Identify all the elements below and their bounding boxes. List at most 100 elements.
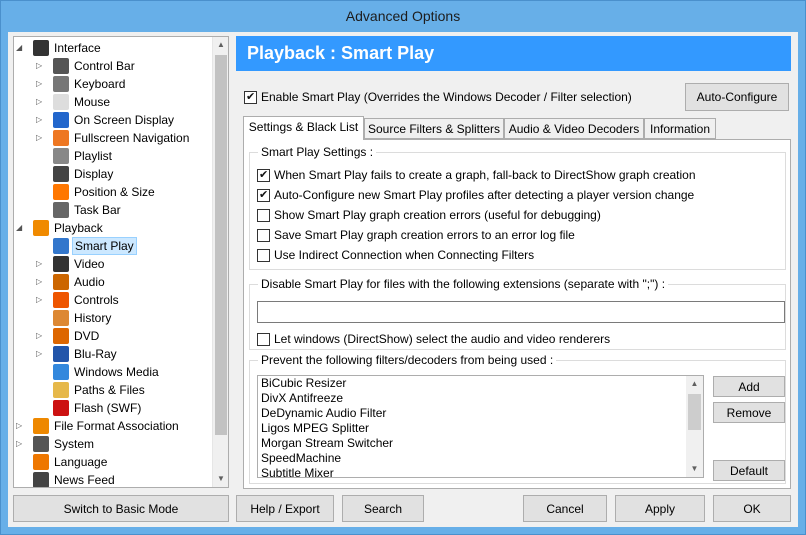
- tree-item-label: History: [74, 311, 112, 325]
- history-icon: [53, 310, 69, 326]
- windows-media-icon: [53, 364, 69, 380]
- keyboard-icon: [53, 76, 69, 92]
- tree-item-label: Paths & Files: [74, 383, 145, 397]
- enable-smart-play-row[interactable]: Enable Smart Play (Overrides the Windows…: [244, 89, 632, 105]
- default-filters-button[interactable]: Default: [713, 460, 785, 481]
- list-item[interactable]: Subtitle Mixer: [258, 466, 703, 477]
- smart-play-option-checkbox[interactable]: [257, 209, 270, 223]
- collapse-icon[interactable]: ◢: [16, 39, 24, 57]
- audio-icon: [53, 274, 69, 290]
- playlist-icon: [53, 148, 69, 164]
- smart-play-settings-group: Smart Play Settings : When Smart Play fa…: [249, 145, 786, 270]
- fullscreen-icon: [53, 130, 69, 146]
- expand-icon[interactable]: ▷: [36, 345, 44, 363]
- tab-information[interactable]: Information: [644, 118, 716, 139]
- smart-play-option-label: When Smart Play fails to create a graph,…: [274, 168, 696, 182]
- tab-audio-video-decoders[interactable]: Audio & Video Decoders: [504, 118, 644, 139]
- smart-play-option-row[interactable]: Show Smart Play graph creation errors (u…: [257, 207, 601, 223]
- list-scrollbar[interactable]: ▲ ▼: [686, 376, 703, 477]
- tree-item-label: Playlist: [74, 149, 113, 163]
- cancel-button[interactable]: Cancel: [523, 495, 607, 522]
- smart-play-option-checkbox[interactable]: [257, 229, 270, 243]
- list-scroll-thumb[interactable]: [688, 394, 701, 430]
- windows-renderers-checkbox[interactable]: [257, 333, 270, 347]
- collapse-icon[interactable]: ◢: [16, 219, 24, 237]
- display-icon: [53, 166, 69, 182]
- smart-play-option-row[interactable]: Auto-Configure new Smart Play profiles a…: [257, 187, 694, 203]
- expand-icon[interactable]: ▷: [36, 327, 44, 345]
- expand-icon[interactable]: ▷: [16, 417, 24, 435]
- expand-icon[interactable]: ▷: [16, 435, 24, 453]
- tab-settings-black-list[interactable]: Settings & Black List: [243, 116, 364, 140]
- list-item[interactable]: Morgan Stream Switcher: [258, 436, 703, 451]
- system-icon: [33, 436, 49, 452]
- extensions-input[interactable]: [257, 301, 785, 323]
- tree-item-label: News Feed: [54, 473, 115, 487]
- tree-item-label: Fullscreen Navigation: [74, 131, 190, 145]
- smart-play-option-checkbox[interactable]: [257, 167, 270, 183]
- help-export-button[interactable]: Help / Export: [236, 495, 334, 522]
- expand-icon[interactable]: ▷: [36, 255, 44, 273]
- scroll-down-icon[interactable]: ▼: [213, 471, 228, 487]
- expand-icon[interactable]: ▷: [36, 291, 44, 309]
- dvd-icon: [53, 328, 69, 344]
- switch-basic-mode-button[interactable]: Switch to Basic Mode: [13, 495, 229, 522]
- smart-play-option-row[interactable]: Save Smart Play graph creation errors to…: [257, 227, 575, 243]
- tree-item-label: Windows Media: [74, 365, 159, 379]
- bluray-icon: [53, 346, 69, 362]
- tree-item-label: On Screen Display: [74, 113, 175, 127]
- list-item[interactable]: DeDynamic Audio Filter: [258, 406, 703, 421]
- enable-smart-play-checkbox[interactable]: [244, 89, 257, 105]
- disable-extensions-group: Disable Smart Play for files with the fo…: [249, 277, 786, 350]
- remove-filter-button[interactable]: Remove: [713, 402, 785, 423]
- list-scroll-up-icon[interactable]: ▲: [686, 376, 703, 392]
- tree-item-label: Video: [74, 257, 105, 271]
- options-tree[interactable]: ▲ ▼ ◢ Interface ▷ Control Bar ▷ Keyboard ▷ Mous…: [13, 36, 229, 488]
- list-scroll-down-icon[interactable]: ▼: [686, 461, 703, 477]
- folder-icon: [53, 382, 69, 398]
- tree-item-label: Blu-Ray: [74, 347, 117, 361]
- prevent-filters-title: Prevent the following filters/decoders f…: [258, 353, 557, 367]
- scroll-up-icon[interactable]: ▲: [213, 37, 228, 53]
- tree-scrollbar[interactable]: ▲ ▼: [212, 37, 228, 487]
- tree-item-label: Display: [74, 167, 114, 181]
- expand-icon[interactable]: ▷: [36, 75, 44, 93]
- scroll-thumb[interactable]: [215, 55, 227, 435]
- expand-icon[interactable]: ▷: [36, 129, 44, 147]
- mouse-icon: [53, 94, 69, 110]
- tree-item-label: Language: [54, 455, 108, 469]
- controls-icon: [53, 292, 69, 308]
- add-filter-button[interactable]: Add: [713, 376, 785, 397]
- smart-play-option-checkbox[interactable]: [257, 187, 270, 203]
- ok-button[interactable]: OK: [713, 495, 791, 522]
- tree-item-label: Task Bar: [74, 203, 121, 217]
- expand-icon[interactable]: ▷: [36, 111, 44, 129]
- smart-play-option-checkbox[interactable]: [257, 249, 270, 263]
- windows-renderers-row[interactable]: Let windows (DirectShow) select the audi…: [257, 331, 610, 347]
- expand-icon[interactable]: ▷: [36, 93, 44, 111]
- window-title: Advanced Options: [345, 8, 461, 24]
- smart-play-option-row[interactable]: When Smart Play fails to create a graph,…: [257, 167, 696, 183]
- playback-icon: [33, 220, 49, 236]
- flash-icon: [53, 400, 69, 416]
- expand-icon[interactable]: ▷: [36, 273, 44, 291]
- list-item[interactable]: BiCubic Resizer: [258, 376, 703, 391]
- list-item[interactable]: DivX Antifreeze: [258, 391, 703, 406]
- osd-icon: [53, 112, 69, 128]
- smart-play-option-label: Auto-Configure new Smart Play profiles a…: [274, 188, 695, 202]
- tab-source-filters[interactable]: Source Filters & Splitters: [364, 118, 504, 139]
- disable-extensions-title: Disable Smart Play for files with the fo…: [258, 277, 669, 291]
- expand-icon[interactable]: ▷: [36, 57, 44, 75]
- list-item[interactable]: SpeedMachine: [258, 451, 703, 466]
- search-button[interactable]: Search: [342, 495, 424, 522]
- tree-item-label: Flash (SWF): [74, 401, 142, 415]
- smart-play-option-row[interactable]: Use Indirect Connection when Connecting …: [257, 247, 534, 263]
- smart-play-icon: [53, 238, 69, 254]
- blocked-filters-list[interactable]: ▲ ▼ BiCubic Resizer DivX Antifreeze DeDyna…: [257, 375, 704, 478]
- auto-configure-button[interactable]: Auto-Configure: [685, 83, 789, 111]
- position-icon: [53, 184, 69, 200]
- tree-item-label: Interface: [54, 41, 101, 55]
- apply-button[interactable]: Apply: [615, 495, 705, 522]
- list-item[interactable]: Ligos MPEG Splitter: [258, 421, 703, 436]
- video-icon: [53, 256, 69, 272]
